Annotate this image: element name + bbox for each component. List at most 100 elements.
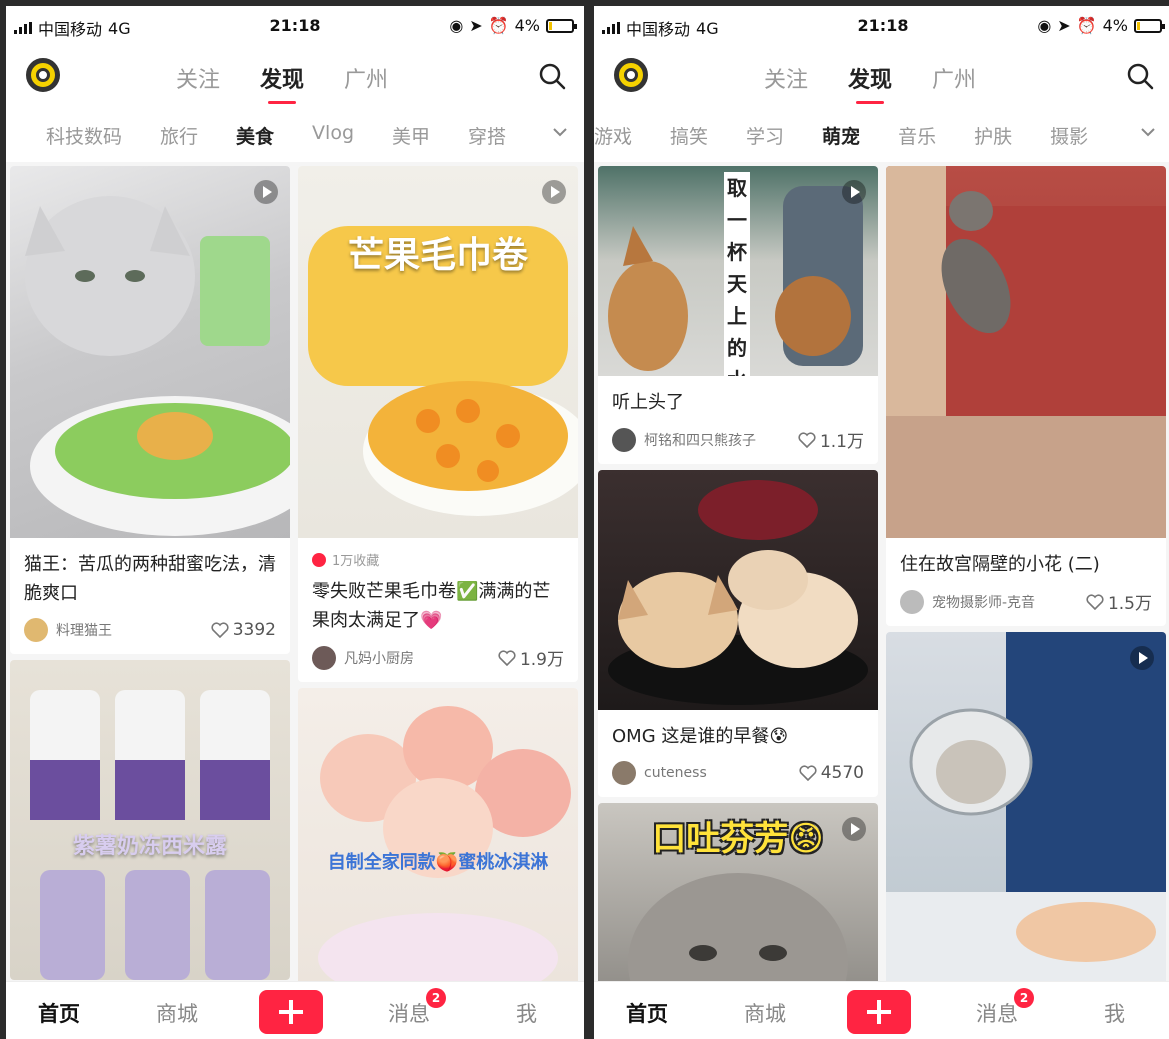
- avatar: [24, 618, 48, 642]
- photo-illustration: [886, 166, 1166, 538]
- search-icon[interactable]: [538, 62, 566, 90]
- chevron-down-icon[interactable]: [1138, 122, 1158, 142]
- image-caption: 紫薯奶冻西米露: [72, 834, 227, 859]
- note-title: 听上头了: [612, 392, 684, 413]
- tab-local[interactable]: 广州: [932, 62, 976, 94]
- author-name: 料理猫王: [56, 623, 112, 639]
- category-skincare[interactable]: 护肤: [974, 122, 1012, 149]
- category-photography[interactable]: 摄影: [1050, 122, 1088, 149]
- like-button[interactable]: 1.5万: [1086, 589, 1152, 614]
- category-travel[interactable]: 旅行: [160, 122, 198, 149]
- category-bar: 游戏 搞笑 学习 萌宠 音乐 护肤 摄影: [594, 106, 1169, 162]
- create-post-button[interactable]: [847, 990, 911, 1034]
- note-title: 零失败芒果毛巾卷✅满满的芒果肉太满足了💗: [312, 581, 551, 631]
- create-post-button[interactable]: [259, 990, 323, 1034]
- jumping-cat-image: [886, 166, 1166, 538]
- cat-bitter-melon-image: [10, 166, 290, 538]
- image-caption: 取一杯天上的水: [724, 172, 750, 376]
- status-bar: 中国移动 4G 21:18 ◉ ➤ ⏰ 4%: [594, 6, 1169, 44]
- photo-illustration: [318, 706, 571, 986]
- bottom-nav: 首页 商城 消息 2 我: [594, 981, 1169, 1039]
- category-pets[interactable]: 萌宠: [822, 122, 860, 149]
- tab-local[interactable]: 广州: [344, 62, 388, 94]
- category-vlog[interactable]: Vlog: [312, 122, 354, 149]
- status-icons: ◉ ➤ ⏰ 4%: [1037, 16, 1165, 35]
- image-caption: 口吐芬芳😡: [652, 819, 824, 859]
- vet-cat-image: [886, 632, 1166, 986]
- top-header: 关注 发现 广州: [594, 44, 1169, 106]
- category-tech[interactable]: 科技数码: [46, 122, 122, 149]
- video-play-icon: [842, 180, 866, 204]
- category-outfit[interactable]: 穿搭: [468, 122, 506, 149]
- app-logo-icon[interactable]: [614, 58, 648, 92]
- feed-grid: 猫王：苦瓜的两种甜蜜吃法，清脆爽口 料理猫王 3392 紫薯奶冻西米露 芒果毛巾…: [6, 166, 584, 986]
- category-music[interactable]: 音乐: [898, 122, 936, 149]
- battery-icon: [546, 18, 577, 33]
- note-card[interactable]: 紫薯奶冻西米露: [10, 660, 290, 980]
- note-card[interactable]: 取一杯天上的水 听上头了 柯铭和四只熊孩子 1.1万: [598, 166, 878, 464]
- bottom-nav: 首页 商城 消息 2 我: [6, 981, 584, 1039]
- avatar: [612, 761, 636, 785]
- nav-mall[interactable]: 商城: [744, 998, 786, 1028]
- nav-home[interactable]: 首页: [626, 998, 668, 1028]
- navigation-icon: ➤: [469, 16, 483, 35]
- nav-me[interactable]: 我: [516, 998, 537, 1028]
- note-card[interactable]: 猫王：苦瓜的两种甜蜜吃法，清脆爽口 料理猫王 3392: [10, 166, 290, 654]
- tab-following[interactable]: 关注: [764, 62, 808, 94]
- app-logo-icon[interactable]: [26, 58, 60, 92]
- note-card[interactable]: [886, 632, 1166, 986]
- feed-grid: 取一杯天上的水 听上头了 柯铭和四只熊孩子 1.1万: [594, 166, 1169, 986]
- chevron-down-icon[interactable]: [550, 122, 570, 142]
- video-play-icon: [542, 180, 566, 204]
- alarm-icon: ⏰: [1076, 16, 1097, 35]
- author-name: 宠物摄影师-克音: [932, 594, 1036, 611]
- nav-me[interactable]: 我: [1104, 998, 1125, 1028]
- message-badge: 2: [426, 988, 446, 1008]
- dog-guitar-image: 取一杯天上的水: [598, 166, 878, 376]
- note-card[interactable]: 芒果毛巾卷 1万收藏 零失败芒果毛巾卷✅满满的芒果肉太满足了💗 凡妈小厨房 1.…: [298, 166, 578, 682]
- message-badge: 2: [1014, 988, 1034, 1008]
- note-card[interactable]: 口吐芬芳😡: [598, 803, 878, 986]
- author-name: cuteness: [644, 765, 707, 781]
- note-title: 住在故宫隔壁的小花 (二): [900, 554, 1100, 575]
- battery-percent: 4%: [1102, 16, 1128, 35]
- tab-discover[interactable]: 发现: [848, 62, 892, 104]
- like-count: 1.5万: [1107, 594, 1152, 614]
- tab-discover[interactable]: 发现: [260, 62, 304, 104]
- like-button[interactable]: 3392: [211, 620, 276, 640]
- nav-messages-label: 消息: [388, 1002, 430, 1026]
- note-card[interactable]: OMG 这是谁的早餐😰 cuteness 4570: [598, 470, 878, 797]
- category-food[interactable]: 美食: [236, 122, 274, 149]
- battery-percent: 4%: [514, 16, 540, 35]
- nav-messages-label: 消息: [976, 1002, 1018, 1026]
- category-bar: 科技数码 旅行 美食 Vlog 美甲 穿搭: [6, 106, 584, 162]
- status-bar: 中国移动 4G 21:18 ◉ ➤ ⏰ 4%: [6, 6, 584, 44]
- like-button[interactable]: 4570: [799, 763, 864, 783]
- collect-count: 1万收藏: [332, 554, 380, 569]
- note-title: 猫王：苦瓜的两种甜蜜吃法，清脆爽口: [24, 554, 276, 604]
- photo-illustration: [30, 690, 270, 980]
- grumpy-cat-image: 口吐芬芳😡: [598, 803, 878, 986]
- video-play-icon: [254, 180, 278, 204]
- taro-sago-image: 紫薯奶冻西米露: [10, 660, 290, 980]
- top-tabs: 关注 发现 广州: [176, 62, 388, 104]
- note-card[interactable]: 自制全家同款🍑蜜桃冰淇淋: [298, 688, 578, 986]
- category-funny[interactable]: 搞笑: [670, 122, 708, 149]
- category-nails[interactable]: 美甲: [392, 122, 430, 149]
- nav-home[interactable]: 首页: [38, 998, 80, 1028]
- nav-mall[interactable]: 商城: [156, 998, 198, 1028]
- cat-bun-image: [598, 470, 878, 710]
- tab-following[interactable]: 关注: [176, 62, 220, 94]
- like-button[interactable]: 1.9万: [498, 645, 564, 670]
- search-icon[interactable]: [1126, 62, 1154, 90]
- note-card[interactable]: 住在故宫隔壁的小花 (二) 宠物摄影师-克音 1.5万: [886, 166, 1166, 626]
- heart-icon: [1086, 593, 1104, 610]
- nav-messages[interactable]: 消息 2: [976, 988, 1034, 1028]
- like-button[interactable]: 1.1万: [798, 427, 864, 452]
- status-icons: ◉ ➤ ⏰ 4%: [449, 16, 577, 35]
- photo-illustration: [308, 226, 578, 516]
- photo-illustration: [25, 196, 290, 536]
- nav-messages[interactable]: 消息 2: [388, 988, 446, 1028]
- category-games[interactable]: 游戏: [594, 122, 632, 149]
- category-study[interactable]: 学习: [746, 122, 784, 149]
